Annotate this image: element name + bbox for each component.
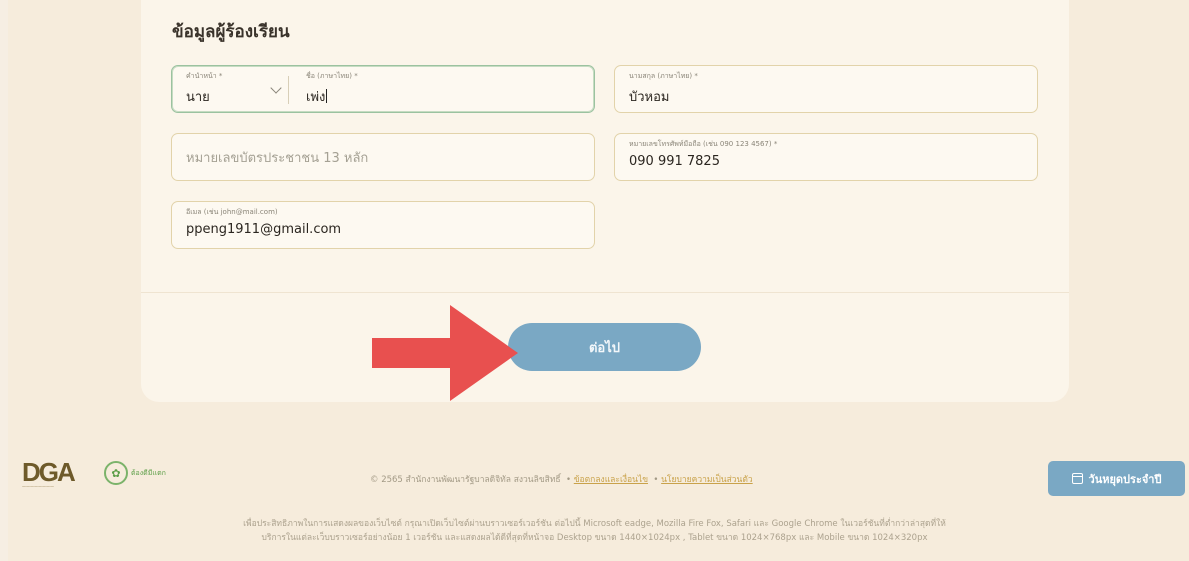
- email-input[interactable]: อีเมล (เช่น john@mail.com) ppeng1911@gma…: [171, 201, 595, 249]
- title-prefix-value: นาย: [186, 90, 210, 105]
- section-title: ข้อมูลผู้ร้องเรียน: [172, 22, 290, 42]
- first-name-label: ชื่อ (ภาษาไทย) *: [306, 72, 358, 80]
- title-prefix-select[interactable]: คำนำหน้า * นาย: [172, 66, 288, 112]
- name-group-field: คำนำหน้า * นาย ชื่อ (ภาษาไทย) * เพ่ง: [171, 65, 595, 113]
- phone-value: 090 991 7825: [629, 154, 720, 169]
- email-value: ppeng1911@gmail.com: [186, 222, 342, 237]
- form-divider: [141, 292, 1069, 293]
- title-prefix-label: คำนำหน้า *: [186, 72, 223, 80]
- holiday-button-label: วันหยุดประจำปี: [1088, 472, 1162, 486]
- partner-logo-icon: ✿: [104, 461, 128, 485]
- text-caret: [326, 89, 328, 103]
- partner-logo: ✿ ต้องดีมีเเตก: [104, 461, 166, 485]
- id-card-input[interactable]: หมายเลขบัตรประชาชน 13 หลัก: [171, 133, 595, 181]
- terms-link[interactable]: ข้อตกลงและเงื่อนไข: [574, 475, 648, 485]
- next-button[interactable]: ต่อไป: [508, 323, 701, 371]
- copyright-text: © 2565 สำนักงานพัฒนารัฐบาลดิจิทัล สงวนลิ…: [370, 475, 561, 485]
- holiday-button[interactable]: วันหยุดประจำปี: [1048, 461, 1185, 496]
- chevron-down-icon: [270, 82, 282, 94]
- dga-logo: DGA ————————: [22, 457, 84, 493]
- browser-note-line1: เพื่อประสิทธิภาพในการแสดงผลของเว็บไซต์ ก…: [243, 519, 946, 529]
- partner-logo-text: ต้องดีมีเเตก: [131, 468, 166, 477]
- field-divider: [288, 76, 289, 104]
- dga-logo-tagline: ————————: [22, 484, 54, 489]
- last-name-label: นามสกุล (ภาษาไทย) *: [629, 72, 698, 80]
- last-name-input[interactable]: นามสกุล (ภาษาไทย) * บัวหอม: [614, 65, 1038, 113]
- id-card-placeholder: หมายเลขบัตรประชาชน 13 หลัก: [186, 150, 369, 166]
- phone-input[interactable]: หมายเลขโทรศัพท์มือถือ (เช่น 090 123 4567…: [614, 133, 1038, 181]
- privacy-link[interactable]: นโยบายความเป็นส่วนตัว: [661, 475, 753, 485]
- first-name-input[interactable]: ชื่อ (ภาษาไทย) * เพ่ง: [292, 66, 592, 112]
- first-name-value: เพ่ง: [306, 90, 326, 105]
- phone-label: หมายเลขโทรศัพท์มือถือ (เช่น 090 123 4567…: [629, 140, 778, 148]
- browser-note-line2: บริการในแต่ละเว็บบราวเซอร์อย่างน้อย 1 เว…: [261, 533, 928, 543]
- browser-support-note: เพื่อประสิทธิภาพในการแสดงผลของเว็บไซต์ ก…: [0, 517, 1189, 545]
- calendar-check-icon: [1071, 473, 1083, 484]
- email-label: อีเมล (เช่น john@mail.com): [186, 208, 278, 216]
- footer-copyright: © 2565 สำนักงานพัฒนารัฐบาลดิจิทัล สงวนลิ…: [370, 475, 753, 485]
- red-arrow-right-icon: [372, 305, 518, 401]
- last-name-value: บัวหอม: [629, 90, 670, 105]
- first-name-value-wrap: เพ่ง: [306, 86, 328, 107]
